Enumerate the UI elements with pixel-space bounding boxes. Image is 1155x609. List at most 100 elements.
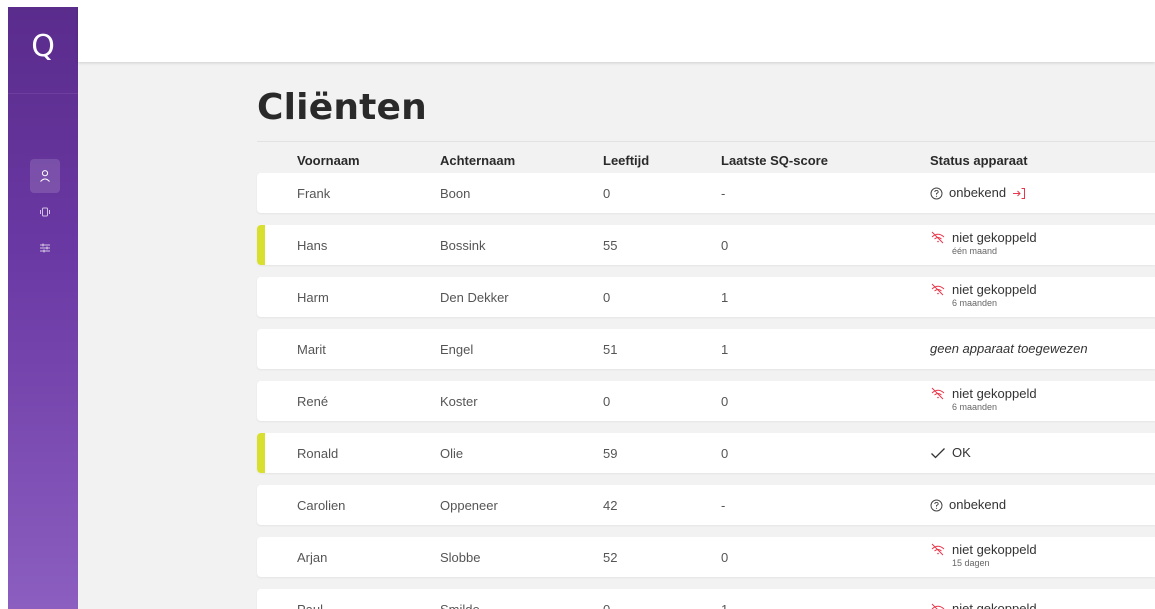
cell-last-name: Bossink	[440, 238, 486, 253]
column-header-leeftijd[interactable]: Leeftijd	[603, 153, 649, 168]
row-flag-marker	[257, 433, 265, 473]
cell-sq-score: 0	[721, 394, 729, 409]
signal-off-icon	[930, 603, 946, 609]
table-row[interactable]: Harm Den Dekker 0 1 niet gekoppeld 6 maanden	[257, 277, 1155, 317]
user-icon	[40, 170, 50, 182]
help-circle-icon	[930, 187, 943, 200]
status-label: niet gekoppeld	[952, 542, 1037, 557]
cell-sq-score: 0	[721, 238, 729, 253]
column-header-status-apparaat[interactable]: Status apparaat	[930, 153, 1028, 168]
device-status: niet gekoppeld 6 maanden	[930, 387, 1037, 413]
device-icon	[40, 207, 50, 217]
status-label: geen apparaat toegewezen	[930, 341, 1088, 356]
device-status: onbekend	[930, 498, 1006, 512]
table-row[interactable]: René Koster 0 0 niet gekoppeld 6 maanden	[257, 381, 1155, 421]
login-icon[interactable]	[1012, 187, 1026, 200]
cell-last-name: Boon	[440, 186, 471, 201]
device-status: niet gekoppeld 6 maanden	[930, 283, 1037, 309]
table-row[interactable]: Frank Boon 0 - onbekend	[257, 173, 1155, 213]
status-label: niet gekoppeld	[952, 282, 1037, 297]
device-status: onbekend	[930, 186, 1026, 200]
cell-sq-score: 1	[721, 342, 729, 357]
cell-last-name: Den Dekker	[440, 290, 509, 305]
column-header-achternaam[interactable]: Achternaam	[440, 153, 515, 168]
top-bar	[78, 7, 1155, 62]
device-status: niet gekoppeld 15 dagen	[930, 543, 1037, 569]
status-label: niet gekoppeld	[952, 230, 1037, 245]
sidebar-item-clienten[interactable]	[30, 159, 60, 193]
app-logo[interactable]: Q	[8, 29, 78, 64]
cell-first-name: Hans	[297, 238, 328, 253]
cell-sq-score: -	[721, 186, 726, 201]
status-text-group: niet gekoppeld	[952, 602, 1037, 609]
cell-first-name: Carolien	[297, 498, 346, 513]
cell-sq-score: 1	[721, 602, 728, 609]
device-status: OK	[930, 446, 971, 460]
checkmark-icon	[930, 447, 946, 460]
status-label: niet gekoppeld	[952, 601, 1037, 609]
cell-age: 0	[603, 602, 610, 609]
status-duration: 6 maanden	[952, 402, 998, 412]
cell-age: 0	[603, 394, 611, 409]
cell-first-name: Harm	[297, 290, 329, 305]
signal-off-icon	[930, 387, 946, 400]
cell-first-name: René	[297, 394, 329, 409]
status-label: onbekend	[949, 497, 1007, 512]
sidebar-item-instellingen[interactable]	[30, 231, 60, 265]
help-circle-icon	[930, 499, 943, 512]
status-text-group: niet gekoppeld één maand	[952, 231, 1037, 257]
status-text-group: OK	[952, 446, 971, 460]
cell-first-name: Frank	[297, 186, 331, 201]
table-row[interactable]: Hans Bossink 55 0 niet gekoppeld één maand	[257, 225, 1155, 265]
cell-last-name: Oppeneer	[440, 498, 498, 513]
cell-first-name: Marit	[297, 342, 326, 357]
status-label: onbekend	[949, 185, 1007, 200]
status-duration: één maand	[952, 246, 998, 256]
signal-off-icon	[930, 283, 946, 296]
signal-off-icon	[930, 543, 946, 556]
sidebar-divider	[8, 93, 78, 94]
status-label: OK	[952, 445, 971, 460]
cell-last-name: Engel	[440, 342, 474, 357]
cell-age: 59	[603, 446, 618, 461]
status-text-group: niet gekoppeld 15 dagen	[952, 543, 1037, 569]
cell-age: 0	[603, 290, 611, 305]
cell-first-name: Arjan	[297, 550, 328, 565]
device-status: niet gekoppeld één maand	[930, 231, 1037, 257]
column-header-voornaam[interactable]: Voornaam	[297, 153, 360, 168]
cell-last-name: Olie	[440, 446, 464, 461]
cell-sq-score: 1	[721, 290, 729, 305]
status-text-group: geen apparaat toegewezen	[930, 342, 1088, 356]
column-header-laatste-sq-score[interactable]: Laatste SQ-score	[721, 153, 828, 168]
status-duration: 6 maanden	[952, 298, 998, 308]
sidebar-item-apparaten[interactable]	[30, 195, 60, 229]
cell-age: 0	[603, 186, 611, 201]
cell-first-name: Paul	[297, 602, 323, 609]
cell-sq-score: -	[721, 498, 726, 513]
cell-first-name: Ronald	[297, 446, 339, 461]
cell-sq-score: 0	[721, 550, 729, 565]
cell-last-name: Slobbe	[440, 550, 481, 565]
table-row[interactable]: Ronald Olie 59 0 OK	[257, 433, 1155, 473]
cell-age: 55	[603, 238, 618, 253]
page-title: Cliënten	[257, 87, 427, 128]
table-row[interactable]: Paul Smilde 0 1 niet gekoppeld	[257, 589, 1155, 609]
table-row[interactable]: Marit Engel 51 1 geen apparaat toegewezen	[257, 329, 1155, 369]
signal-off-icon	[930, 231, 946, 244]
cell-last-name: Koster	[440, 394, 478, 409]
device-status: geen apparaat toegewezen	[930, 342, 1088, 356]
status-text-group: onbekend	[949, 498, 1006, 512]
cell-last-name: Smilde	[440, 602, 480, 609]
cell-age: 52	[603, 550, 618, 565]
table-row[interactable]: Arjan Slobbe 52 0 niet gekoppeld 15 dagen	[257, 537, 1155, 577]
table-row[interactable]: Carolien Oppeneer 42 - onbekend	[257, 485, 1155, 525]
status-label: niet gekoppeld	[952, 386, 1037, 401]
status-text-group: onbekend	[949, 186, 1006, 200]
device-status: niet gekoppeld	[930, 602, 1037, 609]
app-window: Q Cliënten Voornaam Achternaam Leeftijd	[8, 7, 1155, 609]
sliders-icon	[40, 243, 50, 253]
cell-age: 42	[603, 498, 618, 513]
cell-sq-score: 0	[721, 446, 729, 461]
status-duration: 15 dagen	[952, 558, 990, 568]
status-text-group: niet gekoppeld 6 maanden	[952, 387, 1037, 413]
